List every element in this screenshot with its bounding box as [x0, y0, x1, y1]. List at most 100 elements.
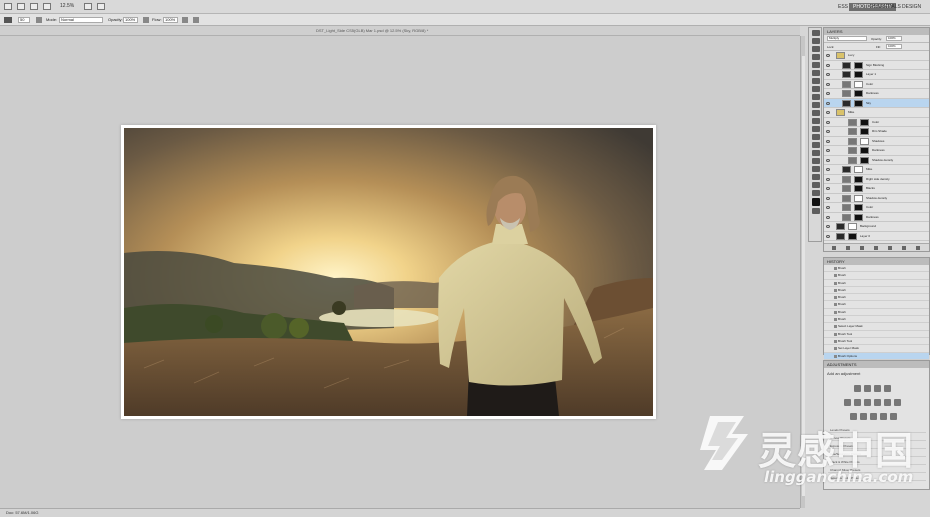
- history-item[interactable]: Brush Tool: [824, 338, 929, 346]
- visibility-eye-icon[interactable]: [826, 225, 830, 228]
- visibility-eye-icon[interactable]: [826, 120, 830, 124]
- visibility-eye-icon[interactable]: [826, 92, 830, 95]
- layer-row[interactable]: Shadow density: [824, 156, 929, 165]
- new-group-icon[interactable]: [888, 246, 892, 250]
- visibility-eye-icon[interactable]: [826, 215, 830, 219]
- layer-mask-thumbnail[interactable]: [854, 90, 863, 97]
- layer-mask-thumbnail[interactable]: [854, 166, 863, 173]
- brush-tool-icon[interactable]: [812, 86, 820, 92]
- workspace-design[interactable]: DESIGN: [898, 3, 925, 11]
- layer-row[interactable]: Blacks: [824, 184, 929, 194]
- vertical-scrollbar[interactable]: [800, 36, 805, 508]
- selective-color-icon[interactable]: [890, 413, 897, 420]
- color-swatches-icon[interactable]: [812, 198, 820, 206]
- history-panel-title[interactable]: HISTORY: [824, 258, 929, 265]
- 3d-rotate-icon[interactable]: [812, 174, 820, 180]
- visibility-eye-icon[interactable]: [826, 149, 830, 152]
- gradient-tool-icon[interactable]: [812, 118, 820, 124]
- layer-style-icon[interactable]: [846, 246, 850, 250]
- view-extras-icon[interactable]: [43, 3, 51, 10]
- color-balance-icon[interactable]: [864, 399, 871, 406]
- adjustment-preset-item[interactable]: Black & White Presets: [828, 459, 926, 465]
- gradient-map-icon[interactable]: [880, 413, 887, 420]
- layer-row[interactable]: Shadow density: [824, 194, 929, 203]
- history-item[interactable]: Brush: [824, 287, 929, 295]
- dodge-tool-icon[interactable]: [812, 134, 820, 140]
- zoom-tool-icon[interactable]: [812, 190, 820, 196]
- layer-mask-thumbnail[interactable]: [860, 137, 869, 145]
- layer-mask-thumbnail[interactable]: [860, 118, 869, 126]
- layer-mask-thumbnail[interactable]: [848, 223, 857, 230]
- history-brush-icon[interactable]: [812, 102, 820, 108]
- visibility-eye-icon[interactable]: [826, 63, 830, 67]
- layer-row[interactable]: Layer 1: [824, 70, 929, 80]
- layer-row[interactable]: Darkness: [824, 213, 929, 222]
- layer-mask-thumbnail[interactable]: [848, 232, 857, 240]
- brush-size-field[interactable]: 50: [18, 17, 30, 23]
- arrange-documents-icon[interactable]: [97, 3, 105, 10]
- layer-row[interactable]: Mike: [824, 165, 929, 175]
- layer-fill-field[interactable]: 100%: [886, 44, 902, 49]
- history-item[interactable]: Brush: [824, 294, 929, 302]
- channel-mixer-icon[interactable]: [894, 399, 901, 406]
- move-tool-icon[interactable]: [812, 30, 820, 36]
- eyedropper-tool-icon[interactable]: [812, 70, 820, 76]
- ps-logo-icon[interactable]: [4, 3, 12, 10]
- layer-row[interactable]: Background: [824, 222, 929, 232]
- visibility-eye-icon[interactable]: [826, 82, 830, 86]
- history-item[interactable]: Set Layer Mask: [824, 345, 929, 353]
- delete-layer-icon[interactable]: [916, 246, 920, 250]
- type-tool-icon[interactable]: [812, 150, 820, 156]
- adjustment-preset-item[interactable]: Hue/Saturation Presets: [828, 451, 926, 457]
- curves-icon[interactable]: [874, 385, 881, 392]
- document-canvas[interactable]: [121, 125, 656, 419]
- layer-mask-thumbnail[interactable]: [860, 147, 869, 154]
- visibility-eye-icon[interactable]: [826, 73, 830, 76]
- flow-field[interactable]: 100%: [163, 17, 178, 23]
- history-item[interactable]: Brush: [824, 316, 929, 324]
- layer-row[interactable]: Darkness: [824, 89, 929, 99]
- visibility-eye-icon[interactable]: [826, 111, 830, 114]
- bridge-icon[interactable]: [17, 3, 25, 10]
- marquee-tool-icon[interactable]: [812, 38, 820, 44]
- layer-row[interactable]: Shadows: [824, 137, 929, 146]
- adjustment-preset-item[interactable]: Levels Presets: [828, 427, 926, 433]
- layer-row[interactable]: Color: [824, 203, 929, 213]
- adjustments-panel-title[interactable]: ADJUSTMENTS: [824, 361, 929, 368]
- scrollbar-thumb[interactable]: [802, 56, 805, 496]
- airbrush-icon[interactable]: [182, 17, 188, 23]
- layer-row[interactable]: Right side density: [824, 175, 929, 184]
- history-item[interactable]: Brush Tool: [824, 331, 929, 338]
- pressure-size-icon[interactable]: [193, 17, 199, 23]
- visibility-eye-icon[interactable]: [826, 234, 830, 238]
- layer-opacity-field[interactable]: 100%: [886, 36, 902, 41]
- layer-row[interactable]: Mike: [824, 108, 929, 118]
- adjustment-preset-item[interactable]: Curves Presets: [828, 435, 926, 441]
- history-item[interactable]: Brush Options: [824, 352, 929, 360]
- visibility-eye-icon[interactable]: [826, 187, 830, 190]
- posterize-icon[interactable]: [860, 413, 867, 420]
- history-item[interactable]: Select Layer Mask: [824, 323, 929, 331]
- minibridge-icon[interactable]: [30, 3, 38, 10]
- new-adjustment-icon[interactable]: [874, 246, 878, 250]
- visibility-eye-icon[interactable]: [826, 139, 830, 143]
- hand-tool-icon[interactable]: [812, 182, 820, 188]
- vibrance-icon[interactable]: [844, 399, 851, 406]
- new-layer-icon[interactable]: [902, 246, 906, 250]
- layer-row[interactable]: Color: [824, 118, 929, 127]
- layer-row[interactable]: Layer 0: [824, 232, 929, 241]
- layer-mask-thumbnail[interactable]: [854, 213, 863, 221]
- blur-tool-icon[interactable]: [812, 126, 820, 132]
- adjustment-preset-item[interactable]: Channel Mixer Presets: [828, 467, 926, 473]
- visibility-eye-icon[interactable]: [826, 168, 830, 171]
- photo-filter-icon[interactable]: [884, 399, 891, 406]
- mode-select[interactable]: Normal: [59, 17, 103, 23]
- document-tab[interactable]: DST_Light_Side CS5(GLB) Mar 1.psd @ 12.5…: [0, 26, 800, 36]
- layer-mask-thumbnail[interactable]: [854, 204, 863, 211]
- add-mask-icon[interactable]: [860, 246, 864, 250]
- layer-row[interactable]: Sky: [824, 98, 929, 108]
- zoom-level[interactable]: 12.5%: [60, 3, 74, 9]
- layer-mask-thumbnail[interactable]: [854, 185, 863, 192]
- visibility-eye-icon[interactable]: [826, 54, 830, 57]
- visibility-eye-icon[interactable]: [826, 196, 830, 200]
